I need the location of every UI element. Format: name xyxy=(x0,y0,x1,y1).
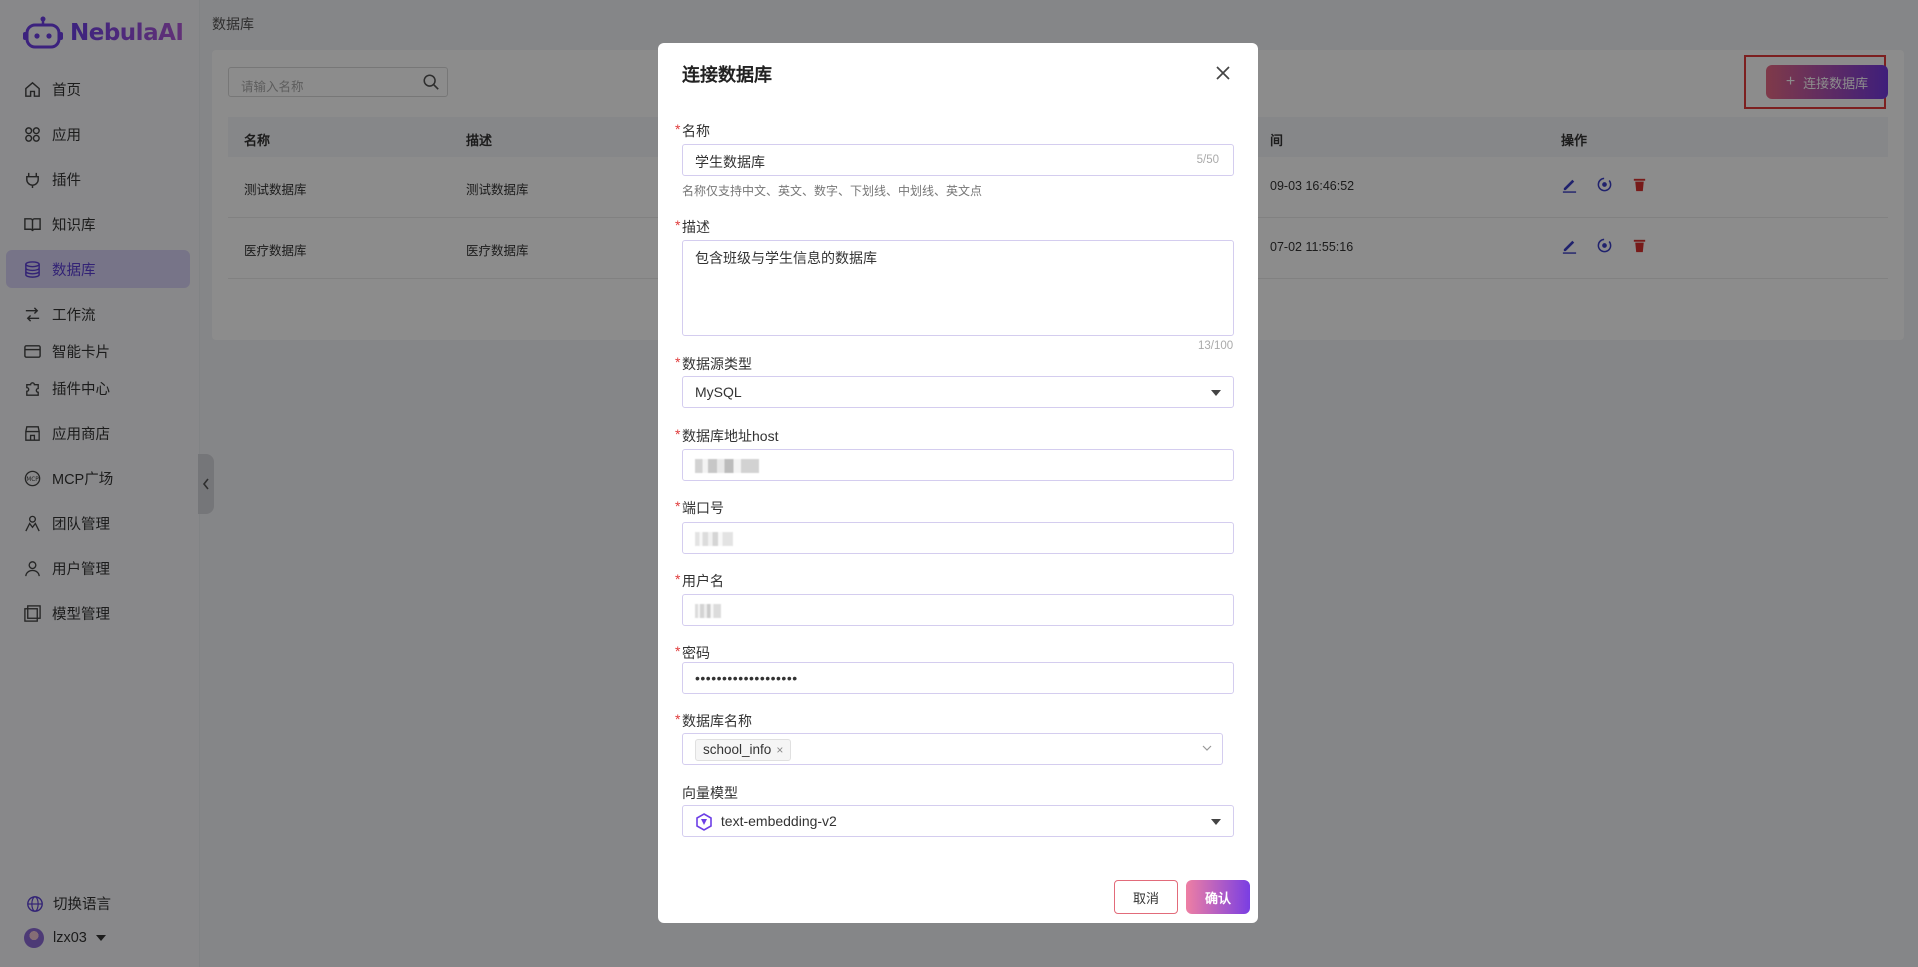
source-type-label: * 数据源类型 xyxy=(675,354,752,372)
vector-model-label: 向量模型 xyxy=(682,785,738,801)
port-field[interactable] xyxy=(682,522,1234,554)
tag-remove-icon[interactable]: × xyxy=(776,743,783,757)
redacted-port xyxy=(695,532,733,547)
name-field[interactable]: 学生数据库 5/50 xyxy=(682,144,1234,176)
db-name-tag: school_info × xyxy=(695,738,792,761)
caret-down-icon xyxy=(1211,390,1221,396)
confirm-button[interactable]: 确认 xyxy=(1186,880,1250,914)
connect-database-dialog: 连接数据库 * 名称 学生数据库 5/50 名称仅支持中文、英文、数字、下划线、中… xyxy=(658,43,1258,923)
db-name-label: * 数据库名称 xyxy=(675,711,752,729)
description-counter: 13/100 xyxy=(1198,340,1234,352)
vector-model-value: text-embedding-v2 xyxy=(720,813,837,829)
host-label: * 数据库地址host xyxy=(675,426,779,444)
redacted-host xyxy=(695,459,759,474)
source-type-select[interactable]: MySQL xyxy=(682,376,1234,408)
model-provider-icon xyxy=(696,813,712,832)
name-label: * 名称 xyxy=(675,121,710,139)
password-label: * 密码 xyxy=(675,643,710,661)
description-label: * 描述 xyxy=(675,217,710,235)
username-label: * 用户名 xyxy=(675,571,724,589)
description-value: 包含班级与学生信息的数据库 xyxy=(695,250,877,266)
close-icon[interactable] xyxy=(1213,63,1233,83)
db-name-tag-label: school_info xyxy=(703,742,772,757)
chevron-down-icon xyxy=(1202,745,1212,751)
caret-down-icon xyxy=(1211,819,1221,825)
name-hint: 名称仅支持中文、英文、数字、下划线、中划线、英文点 xyxy=(682,184,983,198)
name-counter: 5/50 xyxy=(1196,154,1219,166)
redacted-username xyxy=(695,604,721,619)
host-field[interactable] xyxy=(682,449,1234,481)
password-value: ••••••••••••••••••• xyxy=(695,670,798,686)
name-value: 学生数据库 xyxy=(695,154,765,170)
dialog-title: 连接数据库 xyxy=(682,65,772,85)
db-name-select[interactable]: school_info × xyxy=(682,733,1223,765)
description-field[interactable]: 包含班级与学生信息的数据库 xyxy=(682,240,1234,336)
password-field[interactable]: ••••••••••••••••••• xyxy=(682,662,1234,694)
vector-model-select[interactable]: text-embedding-v2 xyxy=(682,805,1234,837)
source-type-value: MySQL xyxy=(695,384,742,400)
port-label: * 端口号 xyxy=(675,498,724,516)
username-field[interactable] xyxy=(682,594,1234,626)
cancel-button[interactable]: 取消 xyxy=(1114,880,1178,914)
